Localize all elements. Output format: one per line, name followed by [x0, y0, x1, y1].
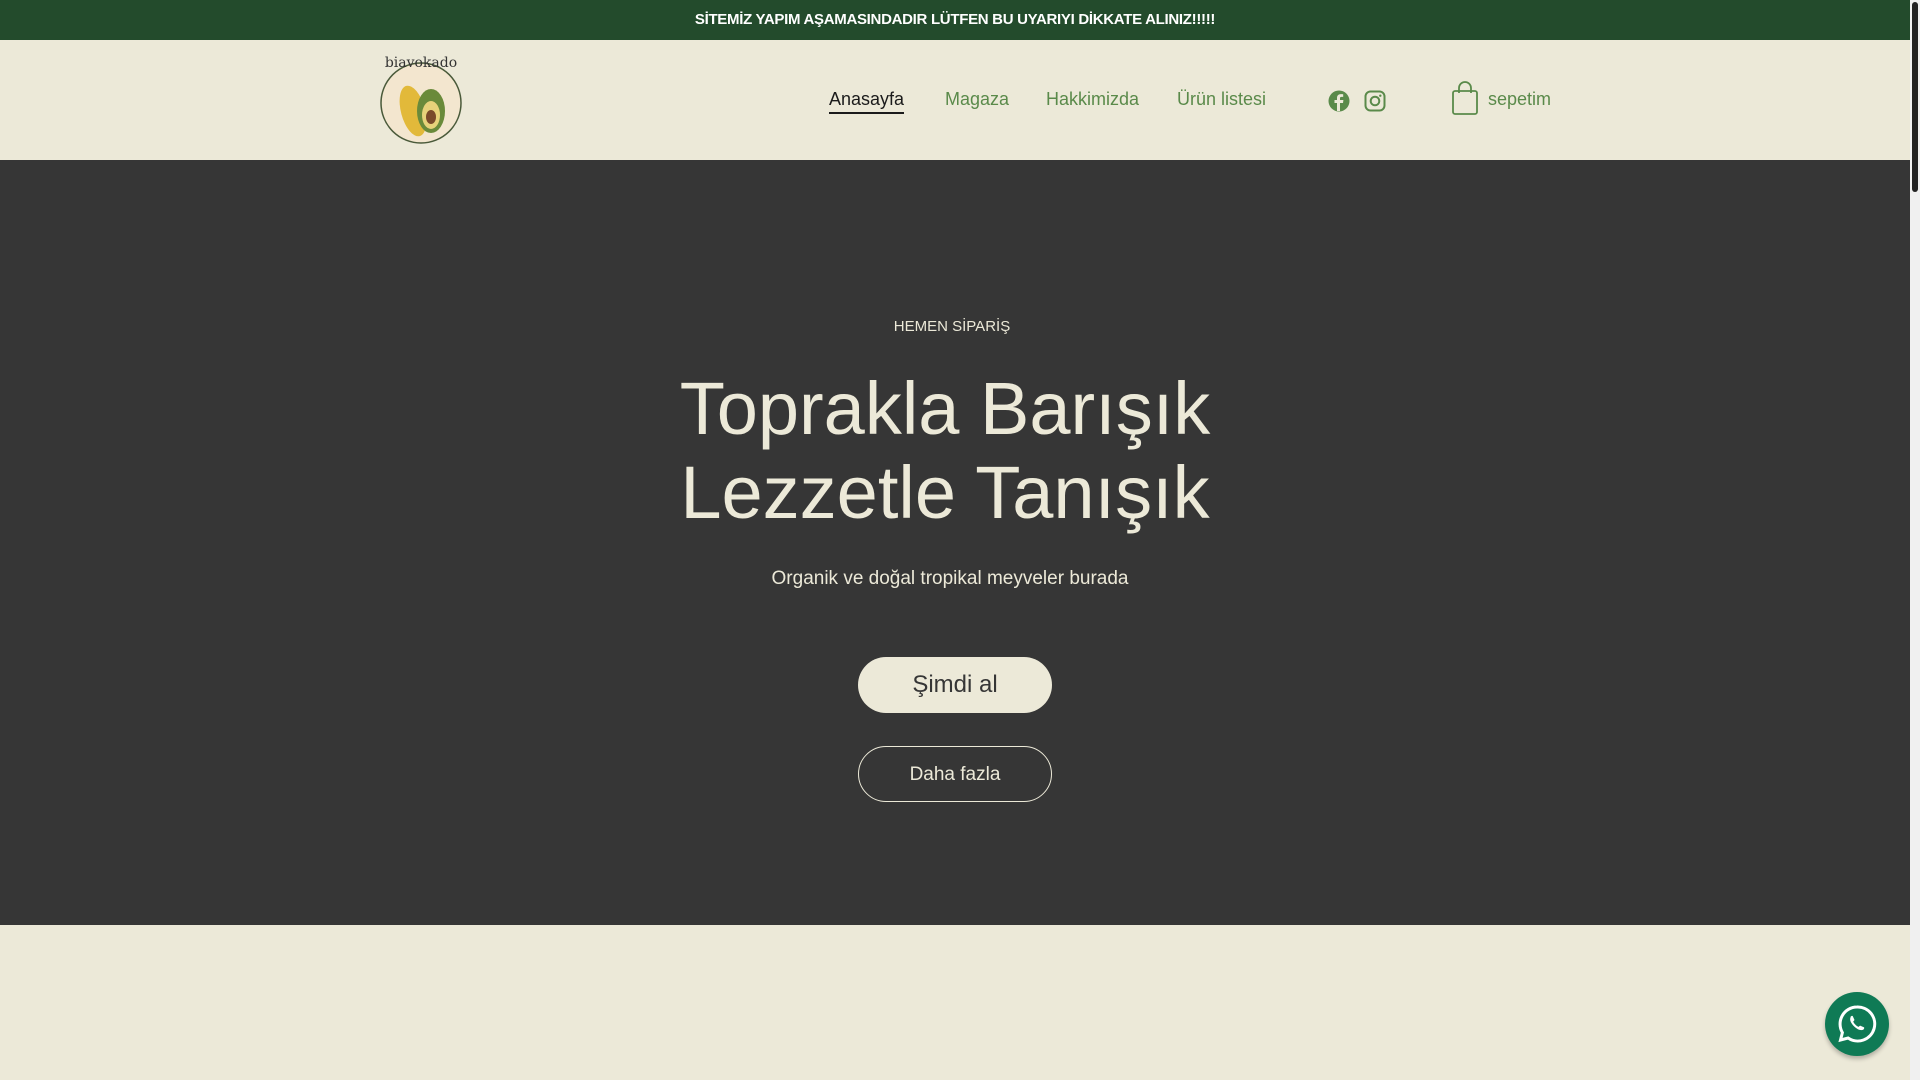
- page-scrollbar[interactable]: [1910, 0, 1920, 1080]
- hero-title-line-2: Lezzetle Tanışık: [680, 451, 1210, 534]
- whatsapp-button[interactable]: [1825, 992, 1889, 1056]
- facebook-icon[interactable]: [1328, 90, 1350, 112]
- hero-subtitle: Organik ve doğal tropikal meyveler burad…: [771, 568, 1129, 589]
- instagram-icon[interactable]: [1364, 90, 1386, 112]
- nav-urun-listesi[interactable]: Ürün listesi: [1177, 89, 1266, 110]
- nav-hakkimizda[interactable]: Hakkimizda: [1046, 89, 1139, 110]
- whatsapp-icon: [1838, 1005, 1877, 1043]
- cart-label: sepetim: [1488, 89, 1552, 109]
- shopping-bag-icon: [1452, 81, 1478, 115]
- announcement-banner: SİTEMİZ YAPIM AŞAMASINDADIR LÜTFEN BU UY…: [0, 0, 1910, 40]
- svg-text:biavokado: biavokado: [385, 55, 457, 71]
- hero-title-line-1: Toprakla Barışık: [679, 367, 1211, 450]
- biavokado-logo[interactable]: biavokado: [373, 49, 469, 150]
- nav-anasayfa[interactable]: Anasayfa: [829, 89, 905, 114]
- hero-eyebrow: HEMEN SİPARİŞ: [893, 318, 1011, 335]
- nav-magaza[interactable]: Magaza: [945, 89, 1009, 110]
- hero-title: Toprakla Barışık Lezzetle Tanışık: [0, 367, 1900, 535]
- hero-section: HEMEN SİPARİŞ Toprakla Barışık Lezzetle …: [0, 160, 1910, 925]
- site-header: biavokado Anasayfa Magaza Hakkimizda Ürü…: [0, 40, 1910, 160]
- buy-now-button[interactable]: Şimdi al: [858, 657, 1052, 713]
- learn-more-button[interactable]: Daha fazla: [858, 746, 1052, 802]
- scrollbar-thumb[interactable]: [1912, 2, 1918, 192]
